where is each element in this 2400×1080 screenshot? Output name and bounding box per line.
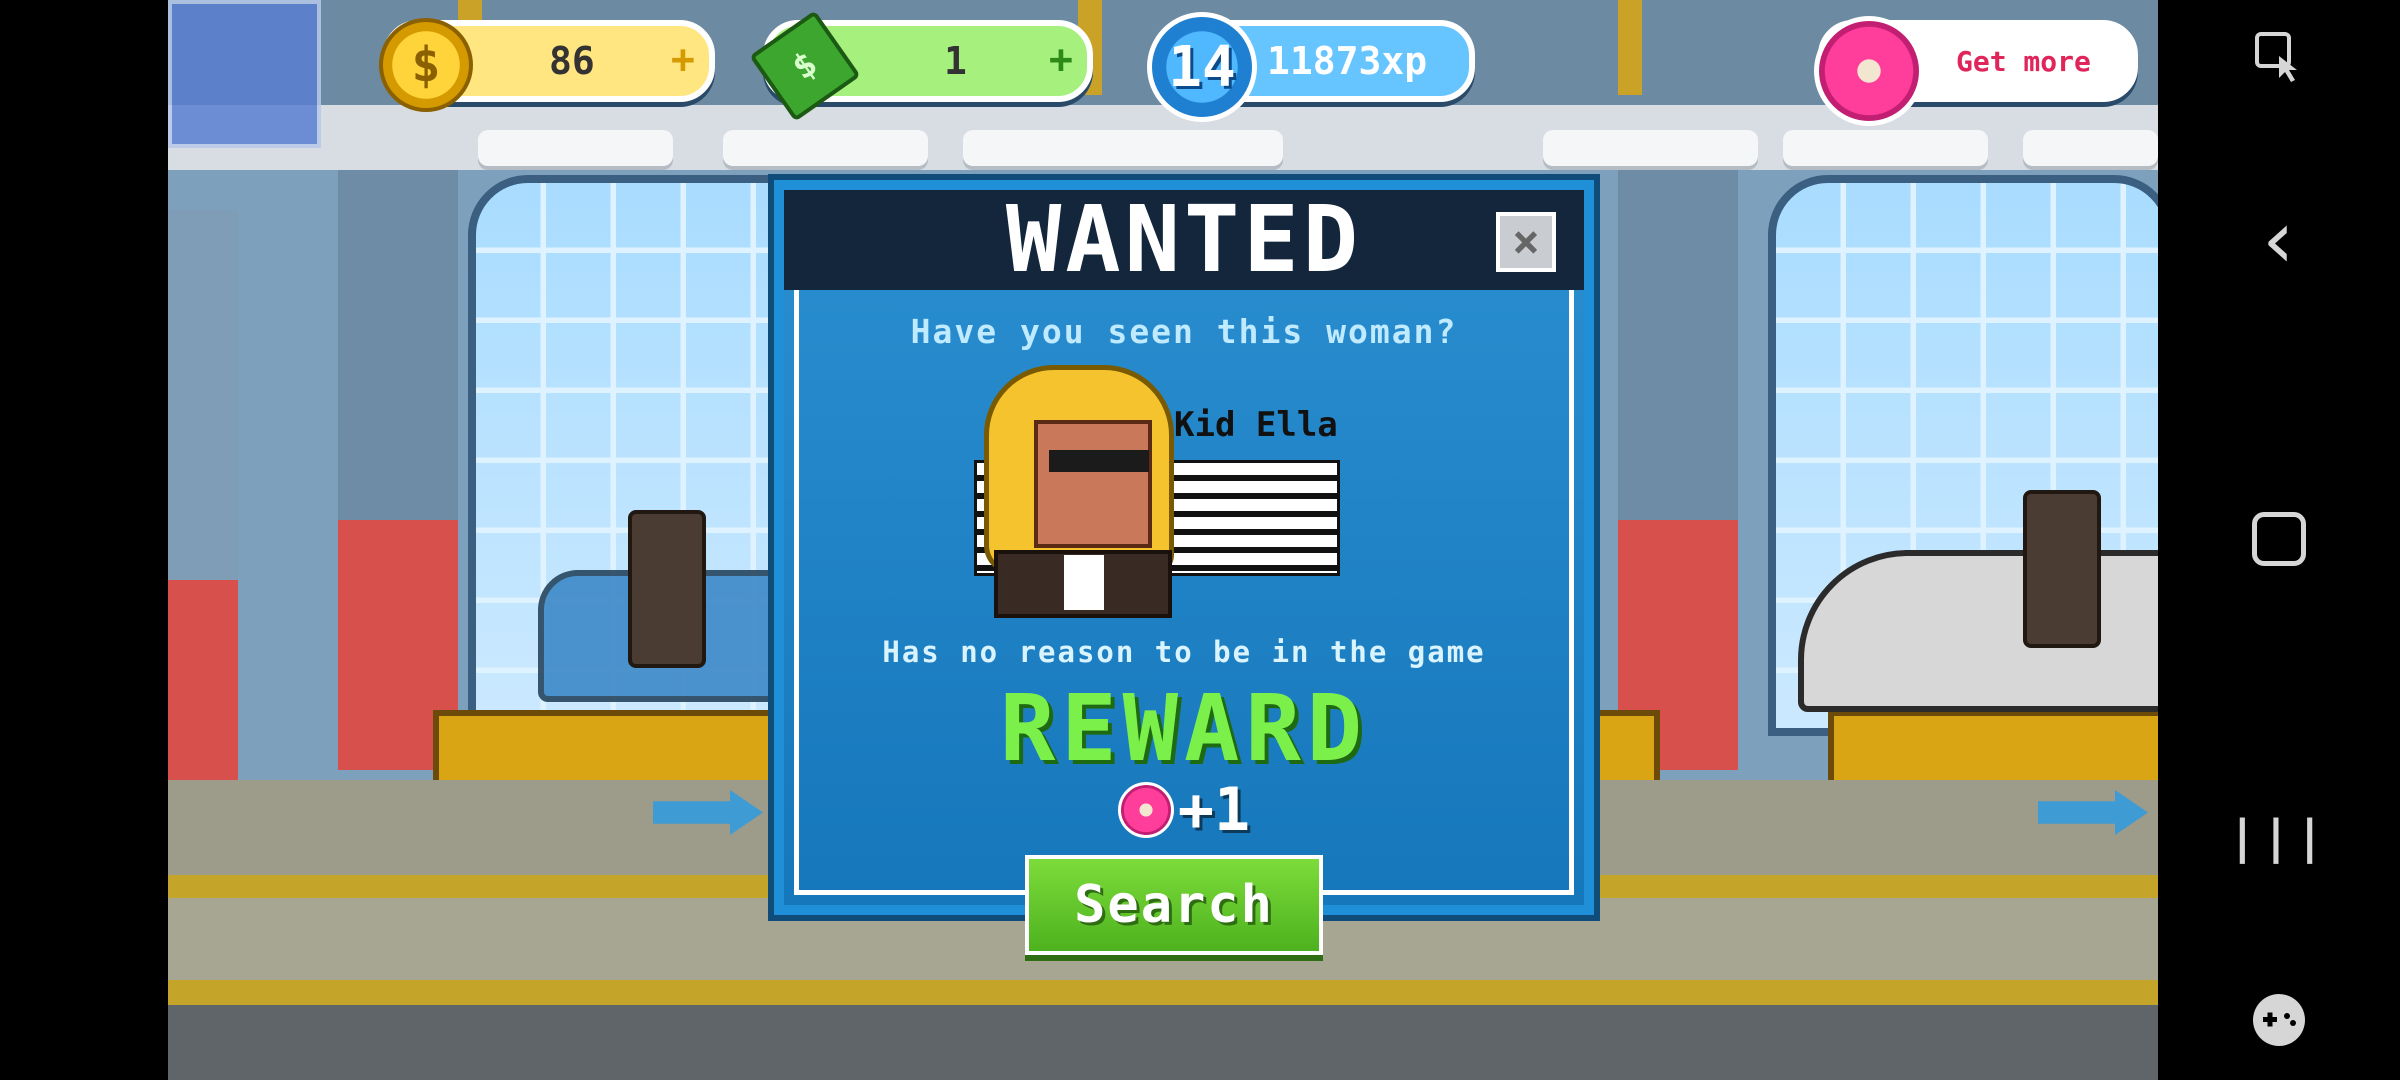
home-icon[interactable] bbox=[2158, 512, 2400, 570]
ceiling-light bbox=[1543, 130, 1758, 166]
search-button[interactable]: Search bbox=[1025, 855, 1323, 955]
ceiling-light bbox=[2023, 130, 2158, 166]
reward-line: +1 bbox=[784, 775, 1584, 845]
dialog-question: Have you seen this woman? bbox=[910, 312, 1458, 351]
xp-value: 11873xp bbox=[1267, 39, 1428, 83]
car-body bbox=[1798, 550, 2158, 712]
ceiling-beam bbox=[1618, 0, 1642, 95]
cash-counter: $ 1 + bbox=[749, 10, 1093, 122]
portrait-shirt bbox=[1064, 555, 1104, 610]
dialog-title: WANTED bbox=[1005, 186, 1363, 293]
cash-value: 1 bbox=[944, 39, 967, 83]
xp-counter: 14 11873xp bbox=[1147, 12, 1475, 122]
game-tools-icon[interactable] bbox=[2158, 990, 2400, 1054]
wanted-dialog: WANTED × Have you seen this woman? Kid E… bbox=[774, 180, 1594, 915]
reward-amount: +1 bbox=[1177, 775, 1251, 845]
screen-capture-icon[interactable] bbox=[2158, 28, 2400, 92]
game-screen: $ 86 + $ 1 + 14 11873xp Get more WANTED … bbox=[168, 0, 2158, 1080]
ceiling-light bbox=[478, 130, 673, 166]
player-avatar[interactable] bbox=[168, 0, 321, 148]
ceiling-light bbox=[963, 130, 1283, 166]
system-nav-bar: ‹ ||| bbox=[2158, 0, 2400, 1080]
car-on-belt-right[interactable] bbox=[1778, 490, 2158, 712]
suspect-description: Has no reason to be in the game bbox=[882, 635, 1486, 669]
get-more-label: Get more bbox=[1956, 44, 2091, 78]
coins-counter: $ 86 + bbox=[379, 18, 715, 112]
suspect-portrait bbox=[974, 365, 1174, 618]
car-seat bbox=[628, 510, 706, 668]
add-coins-icon[interactable]: + bbox=[671, 36, 695, 84]
portrait-sunglasses bbox=[1049, 450, 1149, 472]
donut-icon bbox=[1117, 782, 1174, 838]
level-badge: 14 bbox=[1147, 12, 1257, 122]
recents-icon[interactable]: ||| bbox=[2158, 810, 2400, 864]
reward-heading: REWARD bbox=[999, 675, 1369, 782]
add-cash-icon[interactable]: + bbox=[1049, 36, 1073, 84]
car-seat bbox=[2023, 490, 2101, 648]
ceiling-light bbox=[1783, 130, 1988, 166]
coins-value: 86 bbox=[549, 39, 595, 83]
ceiling-light bbox=[723, 130, 928, 166]
coin-icon: $ bbox=[379, 18, 473, 112]
get-more-donuts[interactable]: Get more bbox=[1814, 16, 2138, 126]
donut-icon bbox=[1814, 16, 1924, 126]
portrait-face bbox=[1034, 420, 1152, 548]
back-icon[interactable]: ‹ bbox=[2158, 200, 2400, 280]
suspect-name: Kid Ella bbox=[1174, 405, 1338, 445]
close-button[interactable]: × bbox=[1496, 212, 1556, 272]
